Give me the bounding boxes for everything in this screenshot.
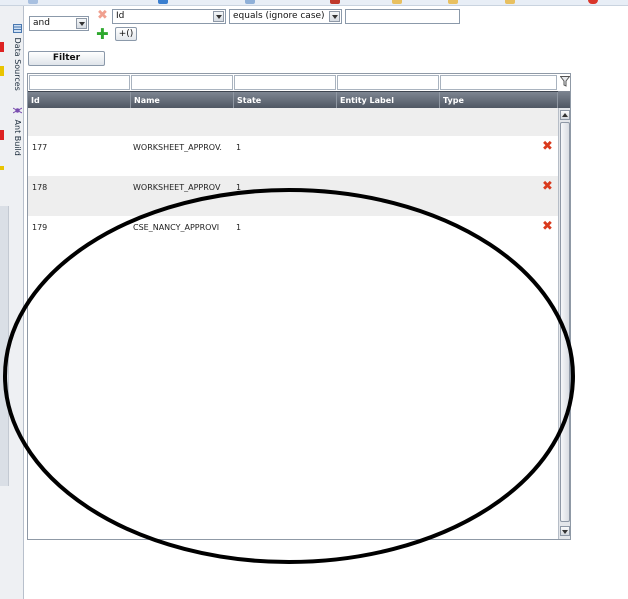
column-filter-input[interactable] bbox=[131, 75, 233, 90]
add-group-label: +() bbox=[118, 29, 134, 39]
toolbar-icon[interactable] bbox=[505, 0, 515, 4]
cell-id: 179 bbox=[32, 223, 48, 232]
add-group-button[interactable]: +() bbox=[115, 27, 137, 41]
delete-row-icon[interactable]: ✖ bbox=[542, 140, 553, 153]
column-header-id[interactable]: Id bbox=[28, 92, 131, 109]
grid-header: Id Name State Entity Label Type bbox=[28, 91, 558, 109]
filter-button[interactable]: Filter bbox=[28, 51, 105, 66]
column-header-label: Id bbox=[31, 96, 40, 105]
delete-row-icon[interactable]: ✖ bbox=[542, 220, 553, 233]
tab-data-sources[interactable]: Data Sources bbox=[10, 24, 22, 91]
scroll-up-button[interactable] bbox=[560, 110, 570, 120]
delete-row-icon[interactable]: ✖ bbox=[542, 180, 553, 193]
grid-body: ✖ 177 WORKSHEET_APPROV. 1 ✖ 178 WORKSHEE… bbox=[28, 108, 558, 539]
table-row[interactable]: 179 CSE_NANCY_APPROVI 1 ✖ bbox=[28, 216, 558, 256]
cell-id: 178 bbox=[32, 183, 48, 192]
scroll-thumb[interactable] bbox=[560, 122, 570, 522]
filter-funnel-icon[interactable] bbox=[559, 76, 570, 88]
toolbar-icon[interactable] bbox=[158, 0, 168, 4]
column-header-state[interactable]: State bbox=[234, 92, 337, 109]
conjunction-value: and bbox=[33, 18, 50, 28]
cell-state: 1 bbox=[236, 143, 242, 152]
tab-data-sources-label: Data Sources bbox=[13, 37, 22, 91]
column-header-label: Entity Label bbox=[340, 96, 394, 105]
toolbar-icon[interactable] bbox=[588, 0, 598, 4]
toolbar-icon[interactable] bbox=[448, 0, 458, 4]
remove-criterion-icon[interactable]: ✖ bbox=[97, 9, 108, 22]
top-toolbar-strip bbox=[0, 0, 628, 6]
chevron-down-icon[interactable] bbox=[329, 11, 340, 22]
column-filter-input[interactable] bbox=[29, 75, 130, 90]
chevron-down-icon[interactable] bbox=[76, 18, 87, 29]
toolbar-icon[interactable] bbox=[28, 0, 38, 4]
edge-marker bbox=[0, 166, 4, 170]
tab-ant-build[interactable]: Ant Build bbox=[10, 106, 22, 156]
toolbar-icon[interactable] bbox=[392, 0, 402, 4]
column-filter-input[interactable] bbox=[337, 75, 439, 90]
operator-select[interactable]: equals (ignore case) bbox=[229, 9, 342, 24]
data-sources-icon bbox=[12, 24, 22, 33]
filter-button-label: Filter bbox=[52, 53, 81, 63]
field-value: Id bbox=[116, 11, 125, 21]
column-header-label: Type bbox=[443, 96, 464, 105]
edge-marker bbox=[0, 130, 4, 140]
ant-icon bbox=[12, 106, 22, 115]
column-header-label: Name bbox=[134, 96, 160, 105]
header-corner bbox=[558, 91, 570, 108]
column-header-type[interactable]: Type bbox=[440, 92, 558, 109]
side-panel: Data Sources Ant Build bbox=[0, 6, 24, 599]
cell-state: 1 bbox=[236, 183, 242, 192]
delete-row-icon[interactable]: ✖ bbox=[542, 108, 553, 111]
cell-name: WORKSHEET_APPROV. bbox=[133, 143, 222, 152]
chevron-down-icon[interactable] bbox=[213, 11, 224, 22]
vertical-scrollbar[interactable] bbox=[558, 108, 570, 539]
value-input[interactable] bbox=[345, 9, 460, 24]
add-criterion-icon[interactable]: ✚ bbox=[96, 27, 109, 42]
toolbar-icon[interactable] bbox=[245, 0, 255, 4]
toolbar-icon[interactable] bbox=[330, 0, 340, 4]
column-header-entity-label[interactable]: Entity Label bbox=[337, 92, 440, 109]
column-header-label: State bbox=[237, 96, 262, 105]
edge-marker bbox=[0, 42, 4, 52]
table-row[interactable]: 178 WORKSHEET_APPROV 1 ✖ bbox=[28, 176, 558, 216]
side-panel-strip bbox=[0, 206, 9, 486]
operator-value: equals (ignore case) bbox=[233, 11, 325, 21]
table-row[interactable]: ✖ bbox=[28, 108, 558, 136]
cell-state: 1 bbox=[236, 223, 242, 232]
cell-id: 177 bbox=[32, 143, 48, 152]
data-grid: Id Name State Entity Label Type ✖ 177 WO… bbox=[27, 73, 571, 540]
cell-name: WORKSHEET_APPROV bbox=[133, 183, 221, 192]
scroll-down-button[interactable] bbox=[560, 526, 570, 536]
cell-name: CSE_NANCY_APPROVI bbox=[133, 223, 220, 232]
column-filter-input[interactable] bbox=[234, 75, 336, 90]
column-header-name[interactable]: Name bbox=[131, 92, 234, 109]
grid-filter-row bbox=[28, 74, 558, 91]
field-select[interactable]: Id bbox=[112, 9, 226, 24]
column-filter-input[interactable] bbox=[440, 75, 557, 90]
conjunction-select[interactable]: and bbox=[29, 16, 89, 31]
edge-marker bbox=[0, 66, 4, 76]
tab-ant-build-label: Ant Build bbox=[13, 119, 22, 156]
table-row[interactable]: 177 WORKSHEET_APPROV. 1 ✖ bbox=[28, 136, 558, 176]
